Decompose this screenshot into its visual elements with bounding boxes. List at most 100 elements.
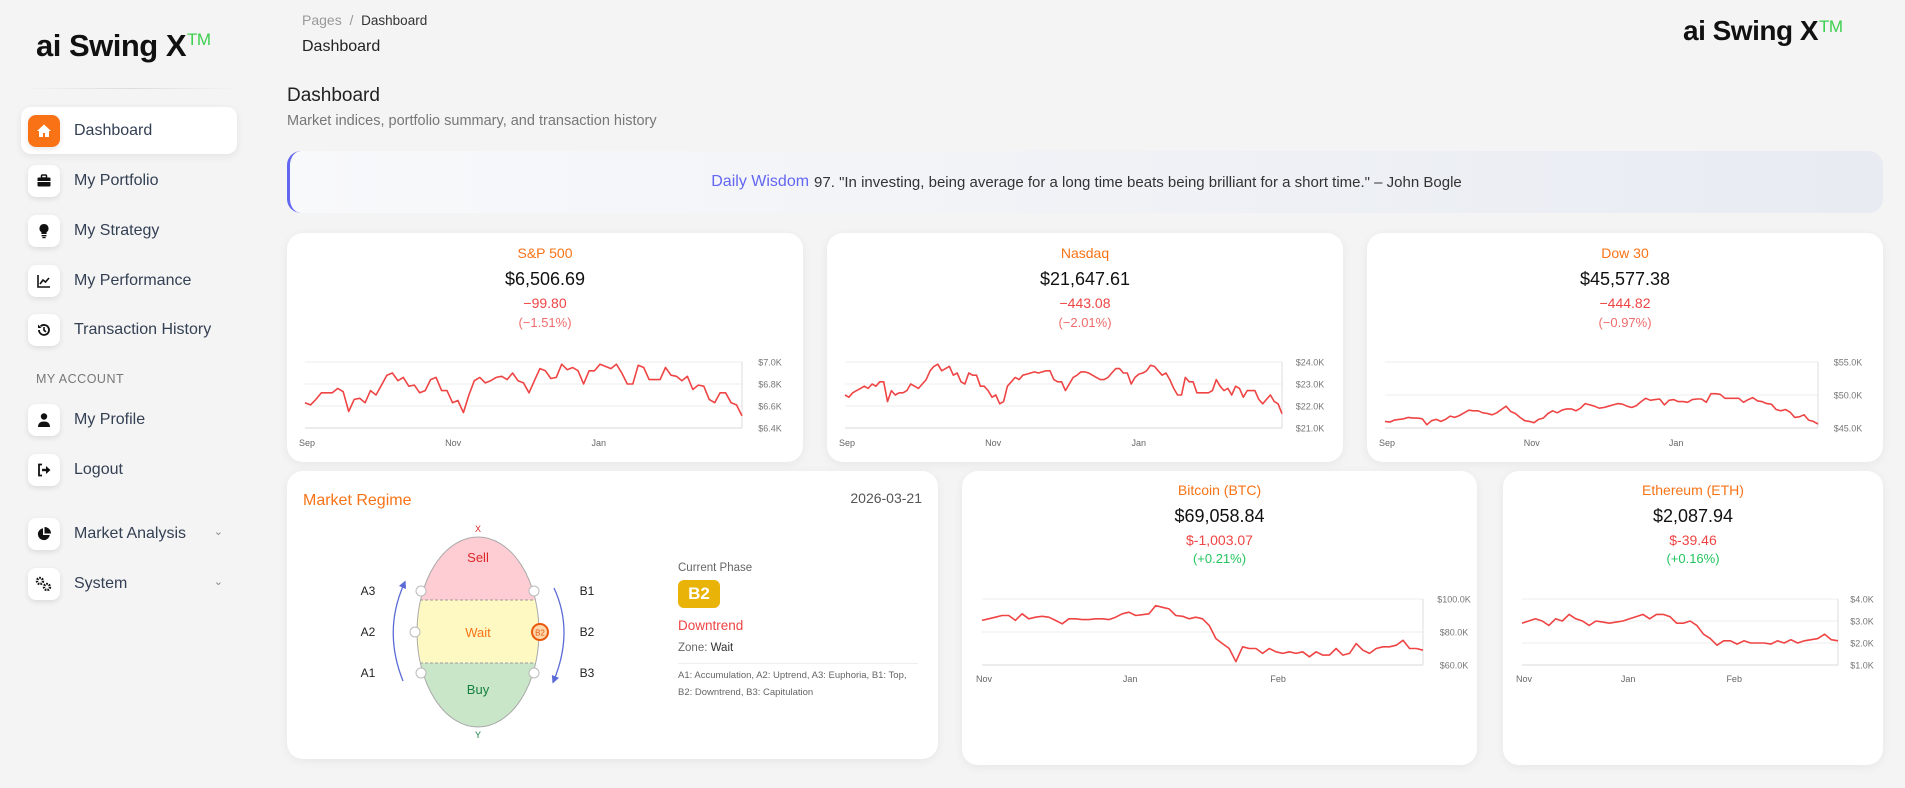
breadcrumb-current: Dashboard: [361, 13, 428, 28]
x-tick-label: Feb: [1270, 674, 1286, 684]
x-tick-label: Nov: [445, 438, 462, 448]
sidebar-item-label: Transaction History: [74, 320, 212, 338]
phase-point-b1[interactable]: [528, 585, 540, 597]
x-tick-label: Jan: [1123, 674, 1138, 684]
phase-legend: A1: Accumulation, A2: Uptrend, A3: Eupho…: [678, 670, 907, 681]
zone-label: Zone:: [678, 642, 708, 654]
brand-name: ai Swing X: [36, 28, 187, 63]
label-a3: A3: [361, 584, 376, 598]
sidebar-item-my-strategy[interactable]: My Strategy: [21, 207, 237, 254]
y-tick-label: $6.4K: [758, 424, 782, 434]
ethereum-card: Ethereum (ETH) $2,087.94 $-39.46 (+0.16%…: [1503, 471, 1883, 765]
phase-point-a3[interactable]: [415, 585, 427, 597]
zone-readout: Zone: Wait: [678, 642, 733, 654]
regime-diagram: Sell Wait Buy X Y B2 A3 A2 A1 B1 B2 B3: [361, 524, 595, 740]
home-icon: [28, 114, 60, 147]
y-tick-label: $4.0K: [1850, 595, 1874, 605]
sidebar-item-label: System: [74, 574, 128, 592]
label-a1: A1: [361, 666, 376, 680]
y-tick-label: $80.0K: [1440, 628, 1469, 638]
y-tick-label: $1.0K: [1850, 661, 1874, 671]
y-tick-label: $21.0K: [1296, 424, 1325, 434]
y-tick-label: $7.0K: [758, 358, 782, 368]
nasdaq-card: Nasdaq $21,647.61 −443.08 (−2.01%) $24.0…: [827, 233, 1343, 462]
pie-chart-icon: [28, 517, 60, 550]
phase-legend: B2: Downtrend, B3: Capitulation: [678, 687, 814, 698]
sidebar-item-label: Market Analysis: [74, 524, 187, 542]
nasdaq-chart: $24.0K $23.0K $22.0K $21.0K Sep Nov Jan: [839, 358, 1325, 449]
divider: [678, 663, 918, 664]
chart-line-icon: [28, 264, 60, 297]
y-tick-label: $45.0K: [1834, 424, 1863, 434]
chevron-down-icon: ⌄: [213, 526, 223, 538]
phase-point-a1[interactable]: [415, 667, 427, 679]
market-regime-card: Market Regime 2026-03-21 Sell Wait Buy X…: [287, 471, 938, 759]
sidebar-item-my-profile[interactable]: My Profile: [21, 396, 237, 443]
chevron-down-icon: ⌄: [213, 576, 223, 588]
sidebar-item-logout[interactable]: Logout: [21, 446, 237, 493]
x-tick-label: Sep: [1379, 438, 1395, 448]
sell-label: Sell: [467, 550, 489, 565]
x-tick-label: Feb: [1726, 674, 1742, 684]
page-title: Dashboard: [287, 85, 380, 106]
wait-label: Wait: [465, 625, 491, 640]
sidebar-item-label: Logout: [74, 460, 123, 478]
user-icon: [28, 403, 60, 436]
x-tick-label: Nov: [1524, 438, 1541, 448]
price-series-line: [1521, 613, 1839, 646]
phase-badge: B2: [678, 580, 720, 608]
label-b1: B1: [580, 584, 595, 598]
phase-name: Downtrend: [678, 618, 744, 633]
y-tick-label: $100.0K: [1437, 595, 1471, 605]
axis-x-label: X: [475, 524, 481, 534]
sidebar-item-market-analysis[interactable]: Market Analysis ⌄: [21, 510, 237, 557]
phase-point-a2[interactable]: [409, 626, 421, 638]
dow30-card: Dow 30 $45,577.38 −444.82 (−0.97%) $55.0…: [1367, 233, 1883, 462]
section-heading-my-account: MY ACCOUNT: [36, 372, 125, 386]
sidebar-divider: [20, 88, 240, 89]
breadcrumb-pages[interactable]: Pages: [302, 12, 342, 28]
lightbulb-icon: [28, 214, 60, 247]
sidebar-item-dashboard[interactable]: Dashboard: [21, 107, 237, 154]
y-tick-label: $22.0K: [1296, 402, 1325, 412]
x-tick-label: Nov: [985, 438, 1002, 448]
daily-wisdom-label: Daily Wisdom: [711, 173, 810, 190]
gears-icon: [28, 567, 60, 600]
upward-cycle-arrow-icon: [392, 580, 406, 682]
sidebar-item-label: Dashboard: [74, 121, 153, 139]
breadcrumb: Pages / Dashboard: [302, 12, 428, 28]
trademark: TM: [1819, 17, 1843, 36]
bitcoin-card: Bitcoin (BTC) $69,058.84 $-1,003.07 (+0.…: [962, 471, 1477, 765]
zone-value: Wait: [710, 642, 734, 654]
price-series-line: [981, 604, 1424, 663]
axis-y-label: Y: [475, 730, 481, 740]
x-tick-label: Jan: [592, 438, 607, 448]
sidebar-item-system[interactable]: System ⌄: [21, 560, 237, 607]
buy-label: Buy: [467, 682, 490, 697]
sidebar-item-label: My Strategy: [74, 221, 160, 239]
brand-name: ai Swing X: [1683, 15, 1819, 46]
phase-point-b3[interactable]: [528, 667, 540, 679]
sp500-card: S&P 500 $6,506.69 −99.80 (−1.51%) $7.0K $…: [287, 233, 803, 462]
sidebar-item-my-portfolio[interactable]: My Portfolio: [21, 157, 237, 204]
y-tick-label: $6.6K: [758, 402, 782, 412]
sidebar-item-transaction-history[interactable]: Transaction History: [21, 306, 237, 353]
daily-wisdom-banner: Daily Wisdom 97. "In investing, being ave…: [287, 151, 1883, 213]
downward-cycle-arrow-icon: [551, 587, 565, 684]
brand-logo[interactable]: ai Swing XTM: [36, 28, 211, 64]
x-tick-label: Nov: [976, 674, 993, 684]
price-series-line: [1384, 392, 1819, 426]
dow30-chart: $55.0K $50.0K $45.0K Sep Nov Jan: [1379, 358, 1863, 449]
trademark: TM: [187, 30, 211, 49]
sidebar-item-my-performance[interactable]: My Performance: [21, 257, 237, 304]
x-tick-label: Sep: [839, 438, 855, 448]
y-tick-label: $3.0K: [1850, 617, 1874, 627]
x-tick-label: Sep: [299, 438, 315, 448]
y-tick-label: $24.0K: [1296, 358, 1325, 368]
header-title: Dashboard: [302, 38, 381, 55]
current-phase-label: Current Phase: [678, 562, 753, 574]
page-subtitle: Market indices, portfolio summary, and t…: [287, 113, 657, 129]
daily-wisdom-quote: 97. "In investing, being average for a l…: [814, 173, 1462, 191]
y-tick-label: $2.0K: [1850, 639, 1874, 649]
x-tick-label: Jan: [1621, 674, 1636, 684]
